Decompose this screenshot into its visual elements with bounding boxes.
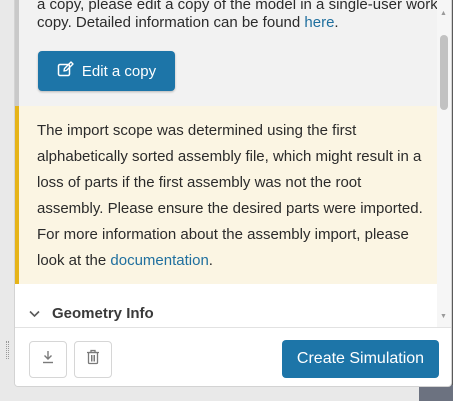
panel-footer: Create Simulation: [15, 327, 451, 386]
warning-notice-text: The import scope was determined using th…: [37, 118, 429, 274]
import-panel: a copy, please edit a copy of the model …: [14, 0, 452, 387]
geometry-info-header[interactable]: Geometry Info: [29, 300, 154, 326]
warning-text-end: .: [208, 252, 213, 269]
warning-notice: The import scope was determined using th…: [15, 106, 437, 284]
trash-icon: [86, 349, 100, 370]
warning-text-start: The import scope was determined using th…: [37, 122, 423, 269]
scroll-thumb[interactable]: [440, 35, 448, 110]
download-icon: [41, 350, 55, 369]
vertical-scrollbar[interactable]: ▲ ▼: [437, 0, 451, 327]
info-notice: a copy, please edit a copy of the model …: [15, 0, 437, 106]
panel-content: a copy, please edit a copy of the model …: [15, 0, 437, 327]
geometry-info-label: Geometry Info: [52, 304, 154, 322]
chevron-down-icon: [29, 305, 40, 322]
download-button[interactable]: [29, 341, 67, 378]
edit-copy-button[interactable]: Edit a copy: [38, 51, 175, 91]
background-viewport-corner: [419, 385, 453, 401]
scroll-up-arrow-icon[interactable]: ▲: [440, 10, 447, 17]
scroll-down-arrow-icon[interactable]: ▼: [440, 313, 447, 320]
create-simulation-button[interactable]: Create Simulation: [282, 340, 439, 378]
info-notice-text: a copy, please edit a copy of the model …: [37, 0, 437, 36]
info-notice-truncated-line: a copy, please edit a copy of the model …: [37, 0, 437, 13]
edit-copy-label: Edit a copy: [81, 62, 157, 80]
documentation-link[interactable]: documentation: [110, 252, 208, 269]
edit-pencil-icon: [57, 60, 74, 82]
resize-grip[interactable]: [6, 341, 9, 359]
delete-button[interactable]: [74, 341, 112, 378]
